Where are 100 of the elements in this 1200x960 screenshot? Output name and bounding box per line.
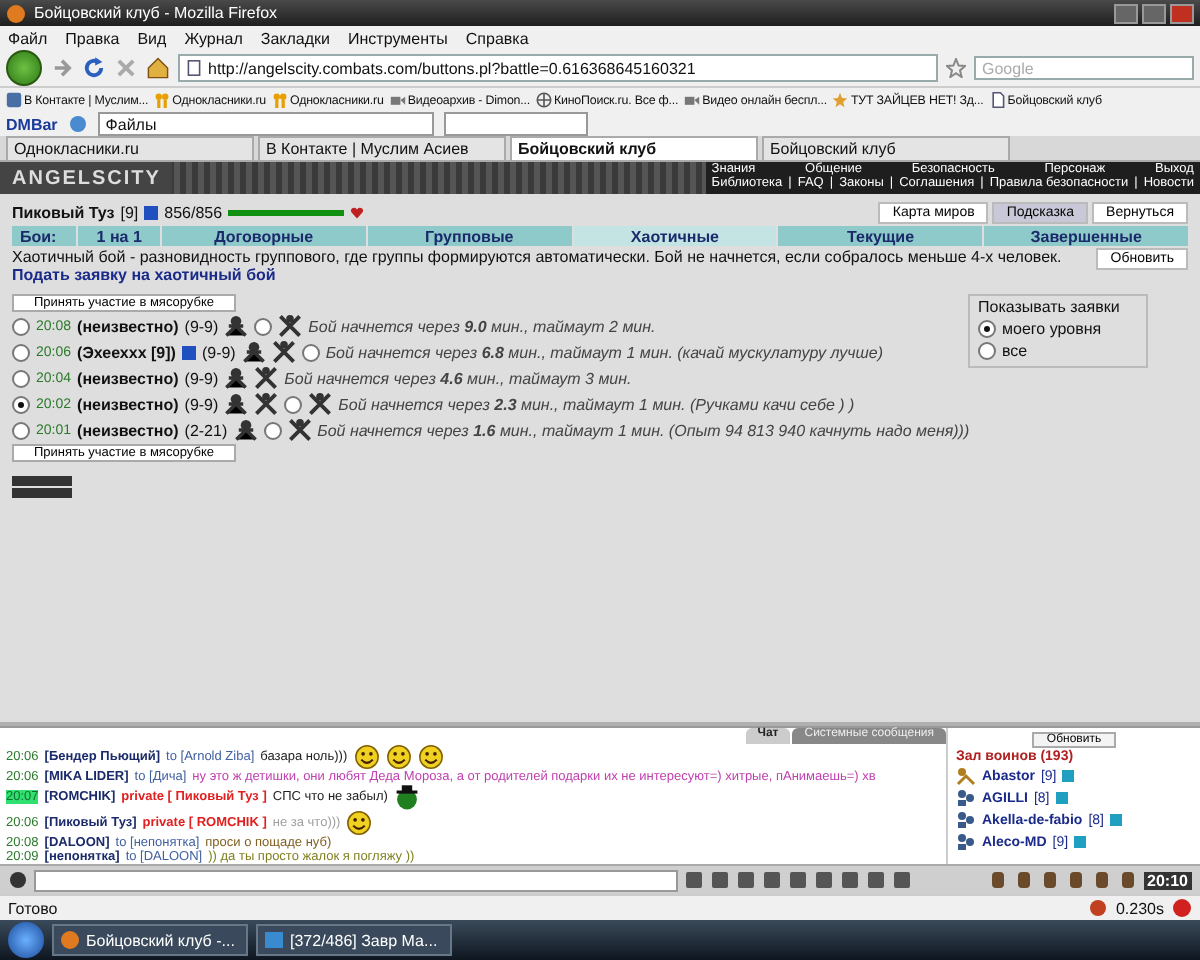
- info-icon[interactable]: [1074, 836, 1087, 848]
- entry-radio[interactable]: [12, 369, 30, 387]
- forward-arrow-icon[interactable]: [50, 56, 74, 80]
- creator-name[interactable]: (неизвестно): [77, 317, 179, 335]
- home-icon[interactable]: [146, 56, 170, 80]
- crossed-swords-icon: [278, 314, 303, 338]
- filter-radio[interactable]: [978, 342, 996, 360]
- crossed-swords-icon: [308, 392, 333, 416]
- crossed-swords-icon: [254, 366, 279, 390]
- creator-name[interactable]: (неизвестно): [77, 421, 179, 439]
- level-range: (9-9): [184, 317, 219, 335]
- level-range: (2-21): [184, 421, 228, 439]
- entry-text: Бой начнется через 4.6 мин., таймаут 3 мин.: [284, 369, 632, 387]
- browser-tab[interactable]: Однокласники.ru: [6, 136, 254, 160]
- info-icon[interactable]: [181, 345, 196, 359]
- description: Хаотичный бой - разновидность группового, где группы формируются автоматически. Бой не начнется, если собралось меньше 4-х человек.: [12, 248, 1064, 266]
- team-radio[interactable]: [284, 395, 303, 413]
- files-dropdown[interactable]: Файлы: [97, 112, 434, 136]
- entry-radio[interactable]: [12, 421, 30, 439]
- entry-text: Бой начнется через 1.6 мин., таймаут 1 мин. (Опыт 94 813 940 качнуть надо меня))): [317, 421, 970, 439]
- toolbar-label: DMBar: [6, 115, 58, 133]
- menu-item[interactable]: Журнал: [184, 29, 243, 47]
- load-time: 0.230s: [1115, 899, 1164, 917]
- page-icon: [186, 60, 202, 76]
- level-range: (9-9): [201, 343, 236, 361]
- entry-text: Бой начнется через 9.0 мин., таймаут 2 мин.: [308, 317, 656, 335]
- menu-item[interactable]: Инструменты: [348, 29, 448, 47]
- search-field[interactable]: Google: [974, 56, 1194, 80]
- taskbar-button[interactable]: [372/486] Завр Ма...: [256, 924, 452, 956]
- globe-icon[interactable]: [67, 114, 88, 134]
- team-radio[interactable]: [301, 343, 320, 361]
- fighter-icon: [233, 418, 258, 442]
- apply-link[interactable]: Подать заявку на хаотичный бой: [12, 266, 276, 284]
- info-icon[interactable]: [144, 206, 159, 220]
- fighting-figures-icon: [956, 766, 976, 786]
- window-title: Бойцовский клуб - Mozilla Firefox: [34, 4, 280, 22]
- reload-icon[interactable]: [82, 56, 106, 80]
- creator-name[interactable]: (неизвестно): [77, 395, 179, 413]
- entry-radio[interactable]: [12, 395, 30, 413]
- menu-item[interactable]: Файл: [8, 29, 48, 47]
- camera-icon: [684, 92, 701, 108]
- users-icon: [956, 788, 976, 808]
- player-name[interactable]: Пиковый Туз: [12, 204, 115, 222]
- hp-reading: 856/856: [164, 204, 223, 222]
- address-field[interactable]: http://angelscity.combats.com/buttons.pl?battle=0.616368645160321: [178, 54, 938, 82]
- globe-icon: [536, 92, 552, 108]
- page-icon: [989, 92, 1006, 108]
- filter-radio[interactable]: [978, 320, 996, 338]
- creator-name[interactable]: (неизвестно): [77, 369, 179, 387]
- team-radio[interactable]: [263, 421, 282, 439]
- crossed-swords-icon: [287, 418, 312, 442]
- users-icon: [956, 810, 976, 830]
- menu-item[interactable]: Закладки: [260, 29, 331, 47]
- game-logo: ANGELSCITY: [0, 162, 173, 194]
- level-range: (9-9): [184, 369, 219, 387]
- menu-item[interactable]: Вид: [137, 29, 167, 47]
- camera-icon: [389, 92, 406, 108]
- filter-label: все: [1002, 342, 1028, 360]
- fighter-icon: [241, 340, 266, 364]
- creator-name[interactable]: (Эхееххх [9]): [77, 343, 176, 361]
- team-radio[interactable]: [254, 317, 273, 335]
- users-icon: [956, 832, 976, 852]
- back-button[interactable]: [6, 50, 42, 86]
- close-button[interactable]: [1170, 3, 1194, 23]
- menu-item[interactable]: Справка: [465, 29, 529, 47]
- browser-tab[interactable]: В Контакте | Муслим Асиев: [258, 136, 506, 160]
- star-icon: [832, 92, 849, 108]
- maximize-button[interactable]: [1142, 3, 1166, 23]
- crossed-swords-icon: [271, 340, 296, 364]
- status-text: Готово: [8, 899, 58, 917]
- browser-tab[interactable]: Бойцовский клуб: [510, 136, 758, 160]
- star-icon[interactable]: [946, 58, 966, 78]
- fighter-icon: [224, 366, 249, 390]
- chat-input[interactable]: [34, 869, 678, 891]
- taskbar-button[interactable]: Бойцовский клуб -...: [52, 924, 248, 956]
- minimize-button[interactable]: [1114, 3, 1138, 23]
- site-logo-icon: [6, 92, 22, 108]
- fight-tab[interactable]: Договорные: [159, 226, 366, 246]
- info-icon[interactable]: [1109, 814, 1122, 826]
- toolbar-search-field[interactable]: [443, 112, 588, 136]
- fight-tab[interactable]: Завершенные: [982, 226, 1188, 246]
- filter-title: Показывать заявки: [978, 298, 1122, 316]
- menu-item[interactable]: Правка: [65, 29, 120, 47]
- entry-radio[interactable]: [12, 317, 30, 335]
- fighter-icon: [224, 392, 249, 416]
- window-icon: [264, 930, 284, 950]
- tabs-label: Бои:: [18, 226, 59, 246]
- figures-icon: [154, 92, 171, 108]
- start-button[interactable]: [8, 922, 44, 958]
- browser-tab[interactable]: Бойцовский клуб: [762, 136, 1010, 160]
- smiley-with-hat-icon: [393, 784, 420, 810]
- player-level: [9]: [120, 204, 139, 222]
- fight-tab[interactable]: 1 на 1: [76, 226, 160, 246]
- stop-sign-icon: [1172, 898, 1192, 918]
- heart-icon: [350, 206, 365, 220]
- entry-radio[interactable]: [12, 343, 30, 361]
- fight-tab[interactable]: Текущие: [776, 226, 983, 246]
- fight-tab[interactable]: Хаотичные: [571, 226, 777, 246]
- level-range: (9-9): [184, 395, 219, 413]
- fighter-icon: [224, 314, 249, 338]
